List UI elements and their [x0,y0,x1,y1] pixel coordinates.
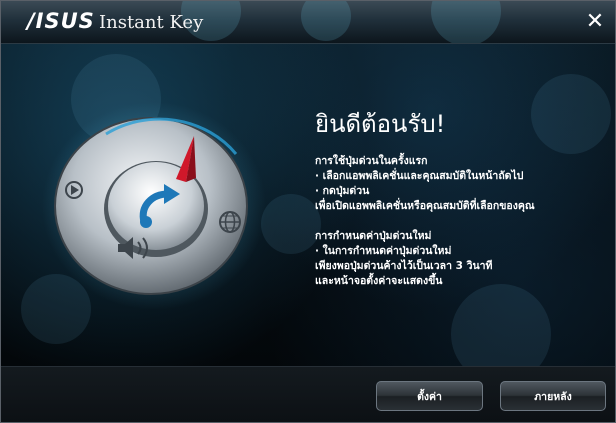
titlebar-bokeh [431,1,501,43]
asus-logo: /ISUS [27,9,95,33]
redefine-heading: การกำหนดค่าปุ่มด่วนใหม่ [315,230,432,242]
welcome-title: ยินดีต้อนรับ! [315,110,446,138]
background-bokeh [531,74,611,154]
later-button[interactable]: ภายหลัง [500,381,606,411]
welcome-panel: ยินดีต้อนรับ! การใช้ปุ่มด่วนในครั้งแรก ·… [1,44,615,366]
background-bokeh [261,194,321,254]
close-button[interactable]: ✕ [581,9,609,35]
background-bokeh [451,284,551,366]
button-bar: ตั้งค่า ภายหลัง [1,366,615,422]
redefine-line: · ในการกำหนดค่าปุ่มด่วนใหม่ [315,245,452,257]
app-title: Instant Key [99,12,204,33]
instructions: การใช้ปุ่มด่วนในครั้งแรก · เลือกแอพพลิเค… [315,154,605,289]
redefine-line: และหน้าจอตั้งค่าจะแสดงขึ้น [315,275,443,287]
settings-button[interactable]: ตั้งค่า [376,381,483,411]
first-use-line: · กดปุ่มด่วน [315,185,370,197]
title-bar[interactable]: /ISUS Instant Key ✕ [1,1,615,44]
first-use-heading: การใช้ปุ่มด่วนในครั้งแรก [315,155,428,167]
instant-key-dial [42,102,266,310]
redefine-line: เพียงพอปุ่มด่วนค้างไว้เป็นเวลา 3 วินาที [315,260,493,272]
first-use-line: · เลือกแอพพลิเคชั่นและคุณสมบัติในหน้าถัด… [315,170,524,182]
close-icon: ✕ [585,9,605,34]
instant-key-window: /ISUS Instant Key ✕ ยินดีต้อนรับ! การใช้… [0,0,616,423]
first-use-line: เพื่อเปิดแอพพลิเคชั่นหรือคุณสมบัติที่เลื… [315,200,535,212]
titlebar-bokeh [301,1,351,41]
